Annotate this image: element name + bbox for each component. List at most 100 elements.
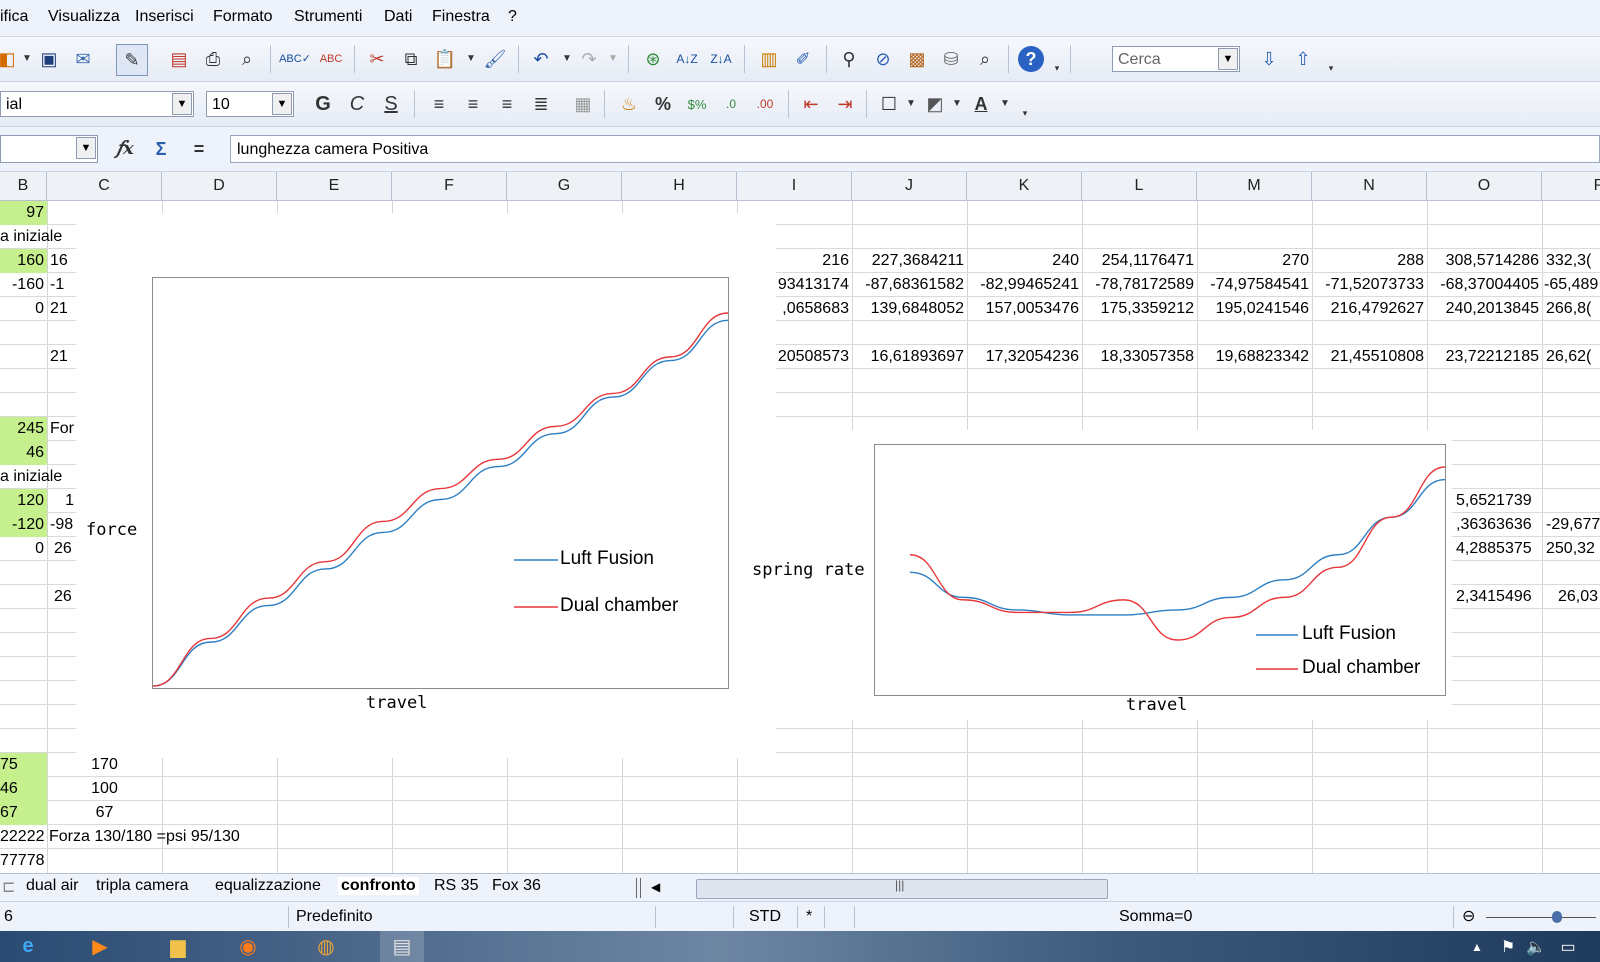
cell[interactable]: 18,33057358 [1082,345,1197,369]
cell[interactable]: -78,78172589 [1082,273,1197,297]
zoom-slider[interactable] [1486,917,1596,918]
print-icon[interactable]: ⎙ [200,46,226,72]
align-right-icon[interactable]: ≡ [494,91,520,117]
paste-icon[interactable]: 📋 [432,46,458,72]
gallery-icon[interactable]: ▩ [904,46,930,72]
column-header-j[interactable]: J [852,172,967,200]
horizontal-scrollbar-thumb[interactable]: ||| [696,878,1108,899]
file-explorer-icon[interactable]: ▆ [156,931,200,962]
menu-insert[interactable]: Inserisci [135,8,194,26]
cell[interactable]: 21,45510808 [1312,345,1427,369]
cell[interactable]: For [50,417,74,441]
print-preview-icon[interactable]: ⌕ [234,46,260,72]
menu-view[interactable]: Visualizza [48,8,120,26]
email-icon[interactable]: ✉ [70,46,96,72]
add-decimal-icon[interactable]: .0 [718,91,744,117]
function-wizard-icon[interactable]: 𝑓x [112,136,138,162]
cut-icon[interactable]: ✂ [364,46,390,72]
column-header-c[interactable]: C [47,172,162,200]
cell[interactable]: 93413174 [775,273,852,297]
cell[interactable]: 0 [0,537,47,561]
tab-equalizzazione[interactable]: equalizzazione [215,877,321,895]
cell[interactable]: 332,3( [1546,249,1600,273]
spring-rate-chart[interactable]: spring rate travel Luft Fusion Dual cham… [752,430,1452,720]
tab-tripla-camera[interactable]: tripla camera [96,877,188,895]
cell[interactable]: 254,1176471 [1082,249,1197,273]
cell[interactable]: 160 [0,249,47,273]
cell[interactable]: -71,52073733 [1312,273,1427,297]
cell[interactable]: -65,489 [1544,273,1600,297]
column-header-n[interactable]: N [1312,172,1427,200]
cell[interactable]: 67 [0,801,47,825]
formula-input[interactable]: lunghezza camera Positiva [230,135,1600,163]
navigator-icon[interactable]: ⊘ [870,46,896,72]
find-replace-icon[interactable]: ⚲ [836,46,862,72]
column-header-f[interactable]: F [392,172,507,200]
scroll-left-icon[interactable]: ◀ [651,880,660,894]
zoom-out-icon[interactable]: ⊖ [1462,906,1475,926]
cell[interactable]: 46 [0,777,47,801]
cell[interactable]: 21 [50,345,74,369]
cell[interactable]: 20508573 [775,345,852,369]
cell[interactable]: -74,97584541 [1197,273,1312,297]
cell[interactable]: -1 [50,273,74,297]
cell[interactable]: 157,0053476 [967,297,1082,321]
cell[interactable]: 23,72212185 [1427,345,1542,369]
column-header-i[interactable]: I [737,172,852,200]
cell[interactable]: 227,3684211 [852,249,967,273]
zoom-icon[interactable]: ⌕ [972,46,998,72]
font-size-field[interactable]: 10 ▼ [206,91,294,117]
search-field[interactable]: Cerca ▼ [1112,46,1240,72]
status-page-style[interactable]: Predefinito [296,908,373,926]
font-color-dropdown-icon[interactable]: ▼ [992,91,1018,117]
bold-button[interactable]: G [310,91,336,117]
font-name-field[interactable]: ial ▼ [0,91,194,117]
cell[interactable]: 100 [47,777,162,801]
sort-descending-icon[interactable]: Z↓A [708,46,734,72]
media-player-icon[interactable]: ▶ [78,931,122,962]
borders-dropdown-icon[interactable]: ▼ [898,91,924,117]
cell[interactable]: 16,61893697 [852,345,967,369]
data-sources-icon[interactable]: ⛁ [938,46,964,72]
spellcheck-icon[interactable]: ABC✓ [279,46,311,72]
cell[interactable]: 0 [0,297,47,321]
cell[interactable]: 288 [1312,249,1427,273]
redo-dropdown-icon[interactable]: ▼ [600,46,626,72]
increase-indent-icon[interactable]: ⇥ [832,91,858,117]
column-header-g[interactable]: G [507,172,622,200]
delete-decimal-icon[interactable]: .00 [752,91,778,117]
find-next-icon[interactable]: ⇩ [1256,46,1282,72]
copy-icon[interactable]: ⧉ [398,46,424,72]
cell[interactable]: 5,6521739 [1456,489,1542,513]
cell[interactable]: 46 [0,441,47,465]
tab-fox-36[interactable]: Fox 36 [492,877,541,895]
name-box[interactable]: ▼ [0,135,98,163]
font-color-icon[interactable]: A [968,91,994,117]
tab-confronto[interactable]: confronto [338,877,419,895]
cell[interactable]: -82,99465241 [967,273,1082,297]
column-header-m[interactable]: M [1197,172,1312,200]
cell[interactable]: 16 [50,249,74,273]
search-toolbar-options-icon[interactable]: ▾ [1326,55,1336,81]
cell[interactable]: 2,3415496 [1456,585,1542,609]
cell[interactable]: 216 [775,249,852,273]
cell[interactable]: ,0658683 [775,297,852,321]
tab-dual-air[interactable]: dual air [26,877,78,895]
name-box-dropdown-icon[interactable]: ▼ [76,137,96,159]
network-icon[interactable]: ▭ [1546,931,1590,962]
cell[interactable]: 120 [0,489,47,513]
status-selection-mode[interactable]: STD [749,908,781,926]
background-dropdown-icon[interactable]: ▼ [944,91,970,117]
cell[interactable]: -160 [0,273,47,297]
cell[interactable]: -68,37004405 [1427,273,1542,297]
cell[interactable]: 26 [54,537,76,561]
cell[interactable]: a iniziale [0,225,80,249]
function-icon[interactable]: = [186,136,212,162]
cell[interactable]: 250,32 [1546,537,1600,561]
cell[interactable]: 17,32054236 [967,345,1082,369]
font-size-dropdown-icon[interactable]: ▼ [272,93,292,115]
column-header-h[interactable]: H [622,172,737,200]
redo-icon[interactable]: ↷ [576,46,602,72]
cell[interactable]: 26,62( [1546,345,1600,369]
hyperlink-icon[interactable]: ⊛ [640,46,666,72]
